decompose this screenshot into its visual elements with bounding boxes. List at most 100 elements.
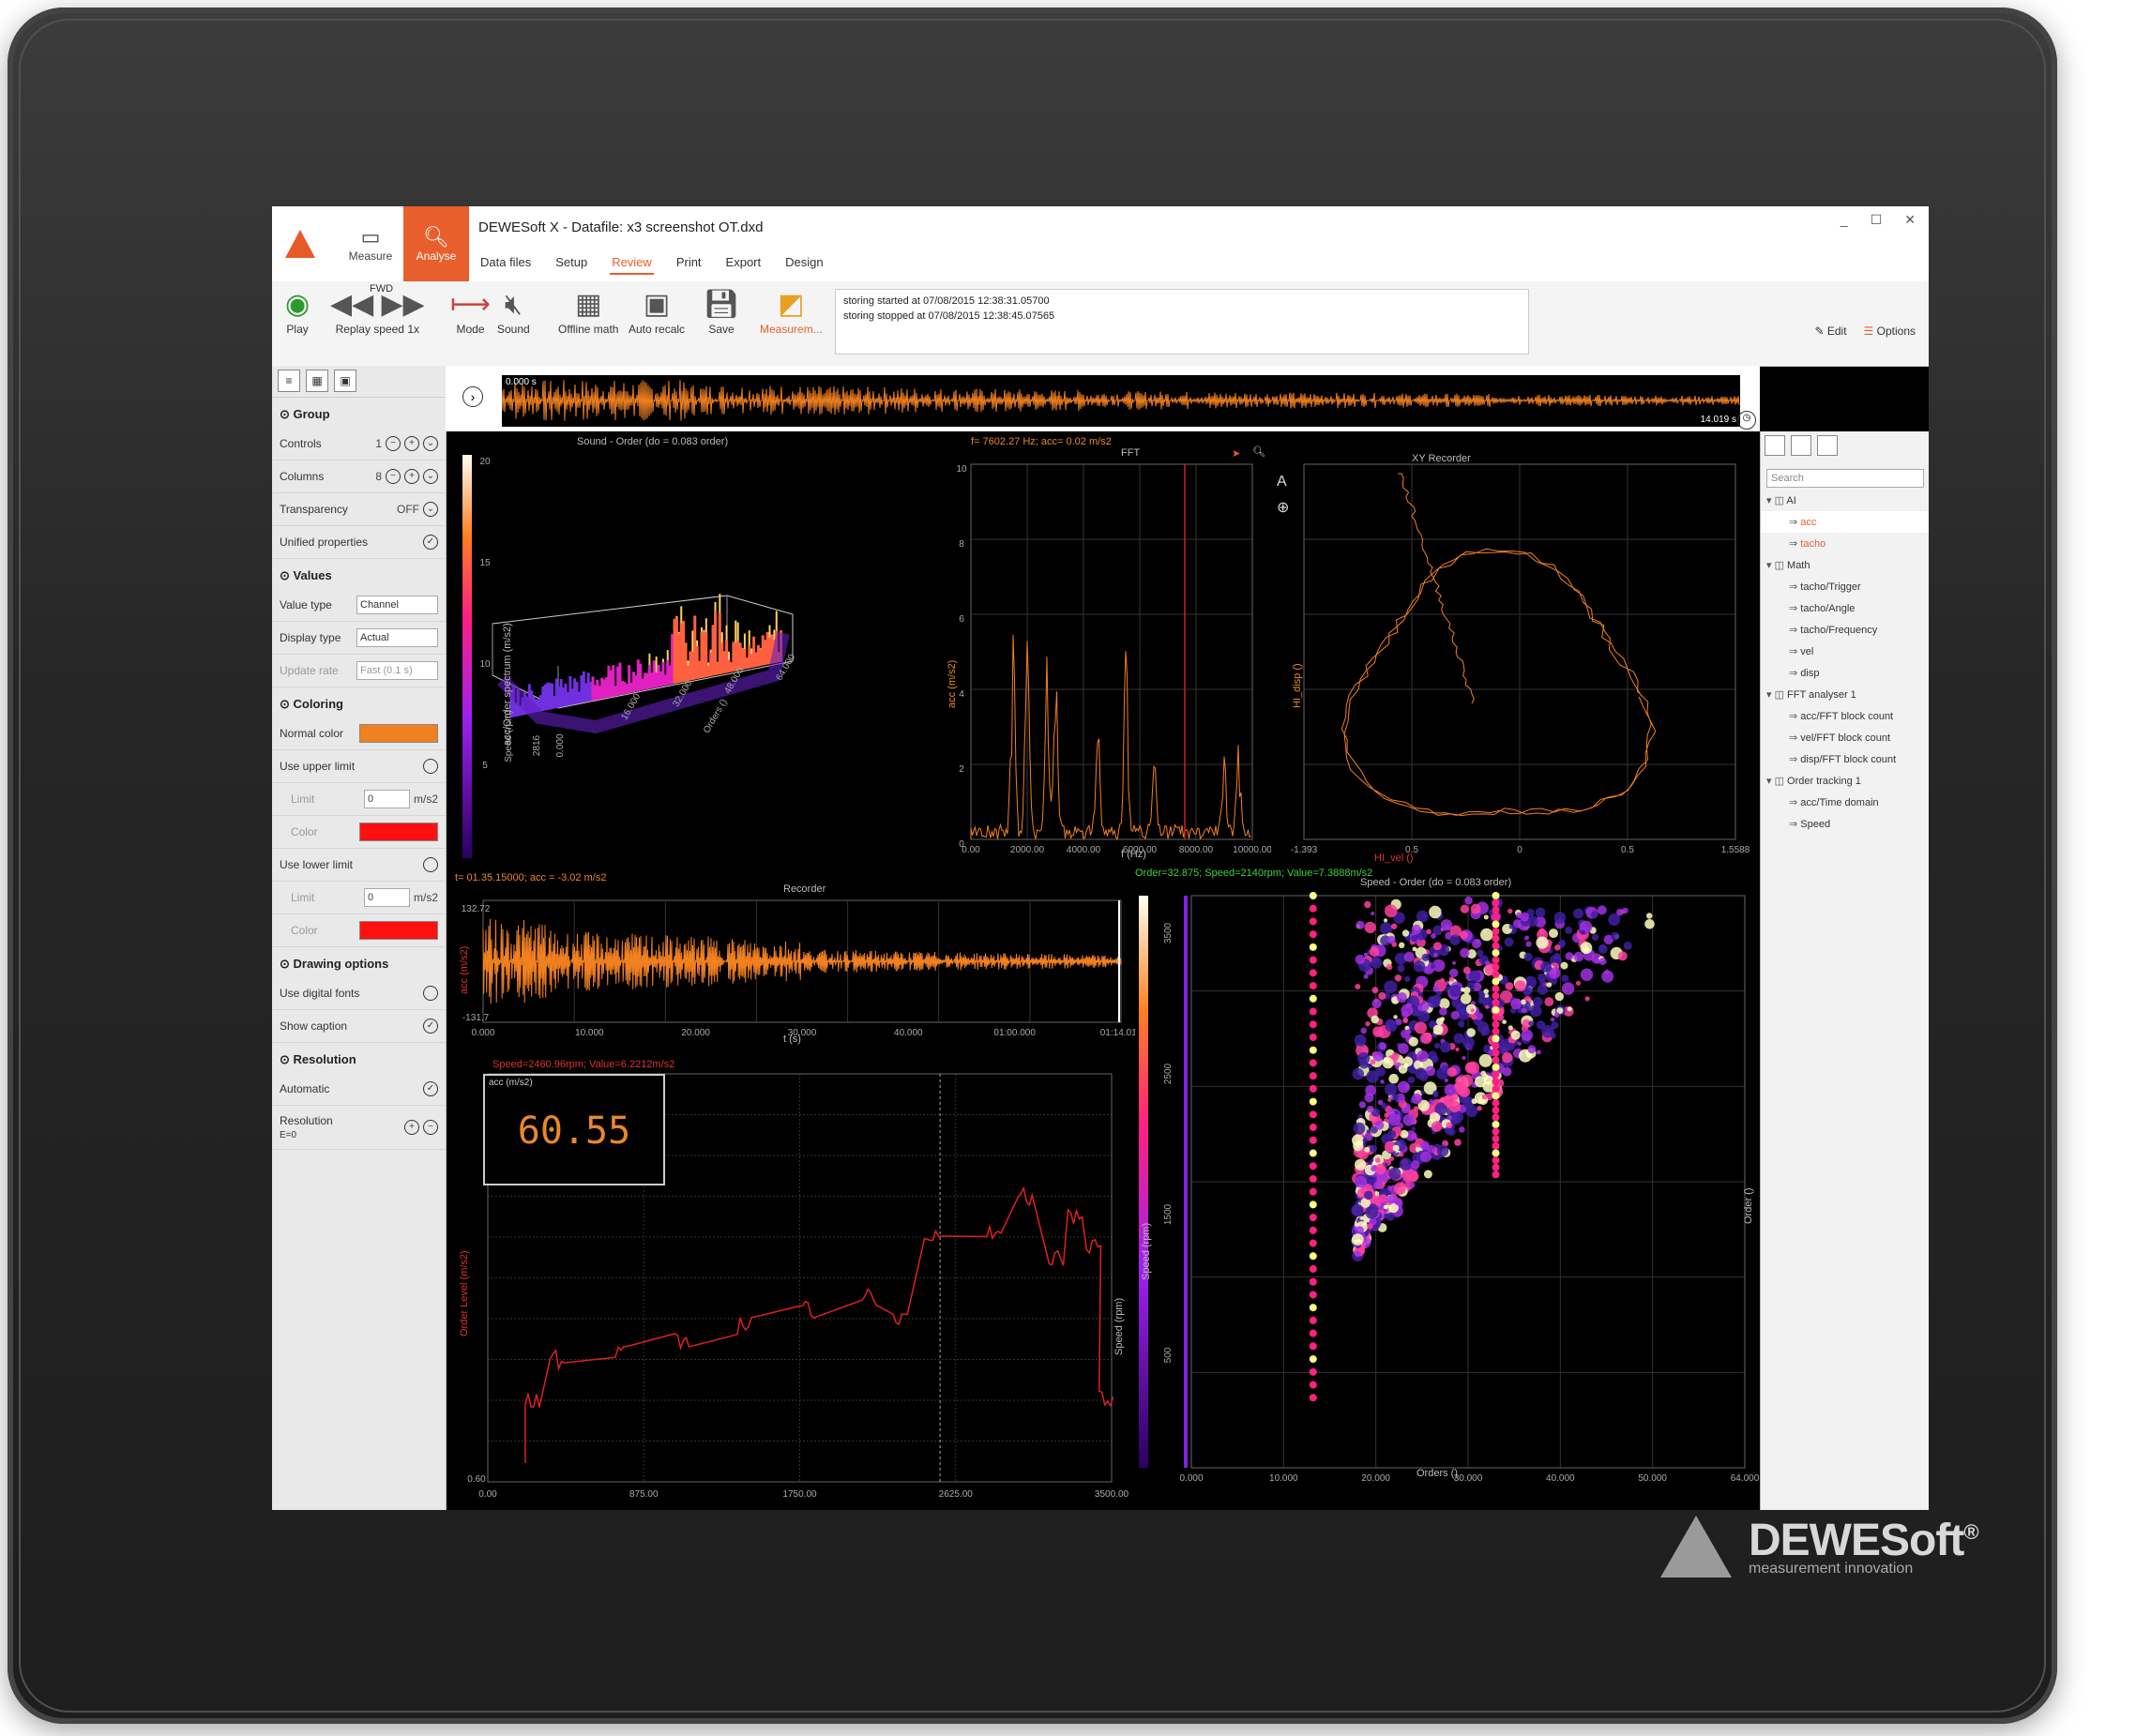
tree-item[interactable]: ▾ ◫ AI — [1761, 490, 1929, 511]
channel-search-input[interactable]: Search — [1766, 469, 1924, 488]
value-type-select[interactable]: Channel — [356, 596, 438, 614]
campbell-point — [1565, 927, 1573, 934]
checkmark-icon[interactable]: ✓ — [423, 1019, 438, 1034]
checkmark-icon[interactable]: ✓ — [423, 535, 438, 550]
analyse-mode-button[interactable]: 🔍︎ Analyse — [403, 206, 469, 281]
xy-trace — [1341, 548, 1657, 817]
section-coloring[interactable]: ⊙ Coloring — [272, 687, 446, 717]
tab-export[interactable]: Export — [724, 251, 764, 275]
edit-button[interactable]: ✎ Edit — [1814, 325, 1846, 338]
tree-item[interactable]: ⇒ vel — [1761, 641, 1929, 662]
display-type-select[interactable]: Actual — [356, 628, 438, 647]
section-group[interactable]: ⊙ Group — [272, 398, 446, 428]
recorder-plot[interactable]: t= 01.35.15000; acc = -3.02 m/s2 Recorde… — [455, 872, 1135, 1050]
digital-meter[interactable]: acc (m/s2) 60.55 — [483, 1074, 665, 1185]
chevron-down-icon[interactable]: ⌄ — [423, 502, 438, 517]
xy-recorder-plot[interactable]: XY Recorder A ⊕ -1.393 0.5 0 0.5 1.5588 HI_d… — [1271, 436, 1759, 868]
tree-item[interactable]: ⇒ tacho/Angle — [1761, 597, 1929, 619]
campbell-point — [1401, 929, 1410, 937]
radio-icon[interactable] — [423, 986, 438, 1001]
radio-icon[interactable] — [423, 759, 438, 774]
save-button[interactable]: 💾︎ Save — [704, 287, 739, 336]
transparency-row: Transparency OFF ⌄ — [272, 493, 446, 526]
order-3d-plot[interactable]: Sound - Order (do = 0.083 order) 20 15 10 5… — [455, 436, 933, 868]
tab-data-files[interactable]: Data files — [478, 251, 533, 275]
tab-review[interactable]: Review — [610, 251, 654, 275]
lower-color-swatch[interactable] — [359, 921, 438, 940]
tree-view-icon[interactable] — [1765, 435, 1785, 456]
radio-icon[interactable] — [423, 857, 438, 872]
lower-limit-row: Limit 0 m/s2 — [272, 882, 446, 914]
campbell-point — [1460, 904, 1470, 913]
options-button[interactable]: ☰ Options — [1864, 325, 1916, 338]
campbell-point — [1439, 1007, 1447, 1016]
order-line-plot[interactable]: Speed=2460.96rpm; Value=6.2212m/s2 0.60 0… — [455, 1055, 1135, 1510]
checkmark-icon[interactable]: ✓ — [423, 1081, 438, 1096]
plus-icon[interactable]: + — [404, 469, 419, 484]
plus-icon[interactable]: + — [404, 436, 419, 451]
fft-plot[interactable]: f= 7602.27 Hz; acc= 0.02 m/s2 FFT ➤ 🔍︎ 1… — [933, 436, 1271, 868]
sound-button[interactable]: 🔇︎ Sound — [497, 287, 530, 336]
measurement-button[interactable]: ◩ Measurem... — [760, 287, 823, 336]
close-button[interactable]: ✕ — [1904, 212, 1916, 228]
offline-math-button[interactable]: ▦ Offline math — [558, 287, 618, 336]
campbell-order-line — [1492, 1141, 1500, 1150]
tree-item[interactable]: ⇒ tacho/Frequency — [1761, 619, 1929, 641]
section-drawing-options[interactable]: ⊙ Drawing options — [272, 947, 446, 977]
play-button[interactable]: ◉ Play — [285, 287, 310, 336]
mode-button[interactable]: ⟼ Mode — [450, 287, 491, 336]
minus-icon[interactable]: − — [423, 1120, 438, 1135]
list-view-icon[interactable]: ≡ — [278, 370, 300, 392]
chevron-down-icon[interactable]: ⌄ — [423, 436, 438, 451]
minimize-button[interactable]: _ — [1841, 212, 1848, 228]
picture-view-icon[interactable]: ▣ — [334, 370, 356, 392]
tree-item[interactable]: ⇒ Speed — [1761, 813, 1929, 835]
section-values[interactable]: ⊙ Values — [272, 559, 446, 589]
expand-icon[interactable]: › — [462, 386, 483, 407]
campbell-order-line — [1492, 1135, 1500, 1143]
brand-logo-icon — [1660, 1515, 1732, 1577]
tab-setup[interactable]: Setup — [553, 251, 589, 275]
overview-waveform[interactable]: 0.000 s 14.019 s — [502, 375, 1740, 427]
plus-icon[interactable]: + — [404, 1120, 419, 1135]
measure-mode-button[interactable]: ▭ Measure — [338, 206, 403, 281]
tree-item[interactable]: ⇒ acc/Time domain — [1761, 792, 1929, 813]
campbell-point — [1402, 1113, 1416, 1126]
section-resolution[interactable]: ⊙ Resolution — [272, 1043, 446, 1073]
tree-item[interactable]: ⇒ tacho/Trigger — [1761, 576, 1929, 597]
tree-item[interactable]: ▾ ◫ Order tracking 1 — [1761, 770, 1929, 792]
auto-recalc-button[interactable]: ▣ Auto recalc — [629, 287, 685, 336]
tree-item[interactable]: ▾ ◫ FFT analyser 1 — [1761, 684, 1929, 705]
clock-icon[interactable]: ◷ — [1737, 411, 1756, 430]
tab-print[interactable]: Print — [674, 251, 704, 275]
normal-color-swatch[interactable] — [359, 724, 438, 743]
campbell-order-line — [1492, 1092, 1500, 1100]
upper-color-row: Color — [272, 816, 446, 849]
campbell-plot[interactable]: Order=32.875; Speed=2140rpm; Value=7.388… — [1135, 868, 1759, 1510]
fft-y-tick: 2 — [959, 764, 964, 775]
minus-icon[interactable]: − — [386, 469, 401, 484]
analyse-mode-label: Analyse — [416, 249, 457, 263]
tab-design[interactable]: Design — [783, 251, 825, 275]
recorder-x-tick: 10.000 — [575, 1028, 604, 1038]
tree-item[interactable]: ⇒ vel/FFT block count — [1761, 727, 1929, 748]
chevron-down-icon[interactable]: ⌄ — [423, 469, 438, 484]
grid-view-icon[interactable]: ▦ — [306, 370, 328, 392]
tree-item[interactable]: ⇒ disp — [1761, 662, 1929, 684]
maximize-button[interactable]: ☐ — [1871, 212, 1883, 228]
tree-item[interactable]: ⇒ disp/FFT block count — [1761, 748, 1929, 770]
tree-item[interactable]: ▾ ◫ Math — [1761, 554, 1929, 576]
pointer-icon[interactable] — [1817, 435, 1838, 456]
tree-item[interactable]: ⇒ acc — [1761, 511, 1929, 533]
campbell-point — [1374, 1157, 1381, 1163]
tree-item[interactable]: ⇒ acc/FFT block count — [1761, 705, 1929, 727]
minus-icon[interactable]: − — [386, 436, 401, 451]
tree-item[interactable]: ⇒ tacho — [1761, 533, 1929, 554]
campbell-point — [1502, 1019, 1507, 1024]
upper-limit-input[interactable]: 0 — [363, 790, 410, 808]
overview-strip[interactable]: › 0.000 s 14.019 s ◷ — [446, 366, 1760, 431]
list-icon[interactable] — [1791, 435, 1811, 456]
upper-color-swatch[interactable] — [359, 823, 438, 841]
campbell-point — [1611, 931, 1620, 941]
lower-limit-input[interactable]: 0 — [363, 888, 410, 907]
